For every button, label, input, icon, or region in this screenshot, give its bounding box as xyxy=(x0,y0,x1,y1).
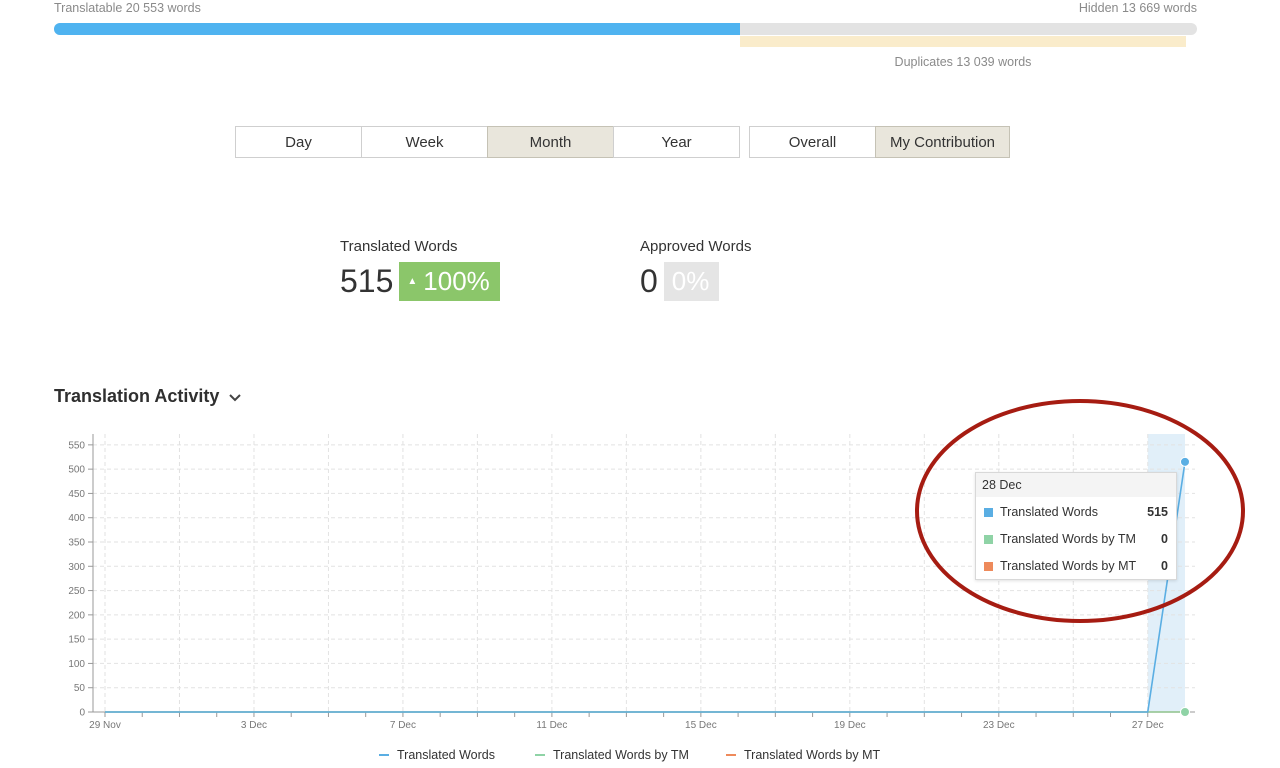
translated-words-change-value: 100% xyxy=(423,265,490,296)
tooltip-date: 28 Dec xyxy=(976,473,1176,497)
legend-item-translated-words-by-tm[interactable]: Translated Words by TM xyxy=(535,748,689,762)
period-year-button[interactable]: Year xyxy=(613,126,740,158)
x-tick-label: 7 Dec xyxy=(390,720,416,731)
tooltip-swatch xyxy=(984,507,993,517)
y-tick-label: 450 xyxy=(68,489,85,500)
translatable-words-label: Translatable 20 553 words xyxy=(54,1,201,15)
translated-words-stat-value: 515 xyxy=(340,263,394,299)
scope-overall-button[interactable]: Overall xyxy=(749,126,876,158)
legend-label-translated-words: Translated Words xyxy=(397,748,495,762)
duplicates-words-label: Duplicates 13 039 words xyxy=(894,55,1032,69)
y-tick-label: 300 xyxy=(68,562,85,573)
tooltip-row-value: 515 xyxy=(1147,505,1168,519)
approved-words-change-badge: 0% xyxy=(663,261,720,301)
legend-line-translated-words xyxy=(379,754,389,756)
data-point-marker xyxy=(1180,707,1190,717)
legend-line-translated-words-by-tm xyxy=(535,754,545,756)
translated-words-change-badge: ▲ 100% xyxy=(399,261,500,301)
y-tick-label: 50 xyxy=(74,683,86,694)
approved-words-stat-value: 0 xyxy=(640,263,658,299)
y-tick-label: 400 xyxy=(68,513,85,524)
approved-words-change-value: 0% xyxy=(671,265,710,296)
translatable-progress-fill xyxy=(54,23,740,35)
tooltip-row-name: Translated Words xyxy=(1000,505,1098,519)
chart-tooltip: 28 Dec Translated Words 515 Translated W… xyxy=(975,472,1177,580)
tooltip-row-translated-words: Translated Words 515 xyxy=(984,504,1168,520)
x-tick-label: 19 Dec xyxy=(834,720,866,731)
scope-my-contribution-button[interactable]: My Contribution xyxy=(875,126,1010,158)
period-month-button[interactable]: Month xyxy=(487,126,614,158)
tooltip-row-name: Translated Words by MT xyxy=(1000,559,1137,573)
tooltip-swatch xyxy=(984,561,993,571)
y-tick-label: 150 xyxy=(68,635,85,646)
y-tick-label: 100 xyxy=(68,659,85,670)
period-week-button[interactable]: Week xyxy=(361,126,488,158)
tooltip-row-translated-words-by-tm: Translated Words by TM 0 xyxy=(984,531,1168,547)
approved-words-stat: Approved Words 0 0% xyxy=(640,238,751,301)
tooltip-swatch xyxy=(984,534,993,544)
data-point-marker xyxy=(1180,456,1190,467)
tooltip-row-value: 0 xyxy=(1161,559,1168,573)
triangle-up-icon: ▲ xyxy=(407,275,418,287)
legend-label-translated-words-by-tm: Translated Words by TM xyxy=(553,748,689,762)
x-tick-label: 23 Dec xyxy=(983,720,1015,731)
y-tick-label: 250 xyxy=(68,586,85,597)
x-tick-label: 29 Nov xyxy=(89,720,121,731)
x-tick-label: 3 Dec xyxy=(241,720,267,731)
y-tick-label: 550 xyxy=(68,440,85,451)
x-tick-label: 11 Dec xyxy=(536,720,567,731)
period-button-group: Day Week Month Year xyxy=(235,126,740,158)
hidden-words-label: Hidden 13 669 words xyxy=(1078,1,1197,15)
period-day-button[interactable]: Day xyxy=(235,126,362,158)
x-tick-label: 15 Dec xyxy=(685,720,717,731)
translation-activity-title-text: Translation Activity xyxy=(54,386,220,406)
tooltip-row-name: Translated Words by TM xyxy=(1000,532,1136,546)
y-tick-label: 0 xyxy=(79,708,85,719)
chevron-down-icon[interactable] xyxy=(229,386,242,407)
translated-words-stat: Translated Words 515 ▲ 100% xyxy=(340,238,500,301)
y-tick-label: 350 xyxy=(68,538,85,549)
progress-bar xyxy=(54,23,1197,35)
approved-words-stat-label: Approved Words xyxy=(640,238,752,255)
legend-line-translated-words-by-mt xyxy=(726,754,736,756)
duplicates-bar xyxy=(740,36,1186,47)
translation-activity-chart: 0 50 100 150 200 250 300 350 400 450 500 550 29 Nov 3… xyxy=(68,434,1195,731)
legend-label-translated-words-by-mt: Translated Words by MT xyxy=(744,748,881,762)
translated-words-stat-label: Translated Words xyxy=(340,238,458,255)
translation-activity-title: Translation Activity xyxy=(54,386,242,407)
tooltip-row-translated-words-by-mt: Translated Words by MT 0 xyxy=(984,558,1168,574)
legend-item-translated-words-by-mt[interactable]: Translated Words by MT xyxy=(726,748,880,762)
scope-button-group: Overall My Contribution xyxy=(749,126,1010,158)
tooltip-row-value: 0 xyxy=(1161,532,1168,546)
legend-item-translated-words[interactable]: Translated Words xyxy=(379,748,495,762)
y-tick-label: 200 xyxy=(68,610,85,621)
x-tick-label: 27 Dec xyxy=(1132,720,1164,731)
y-tick-label: 500 xyxy=(68,465,85,476)
